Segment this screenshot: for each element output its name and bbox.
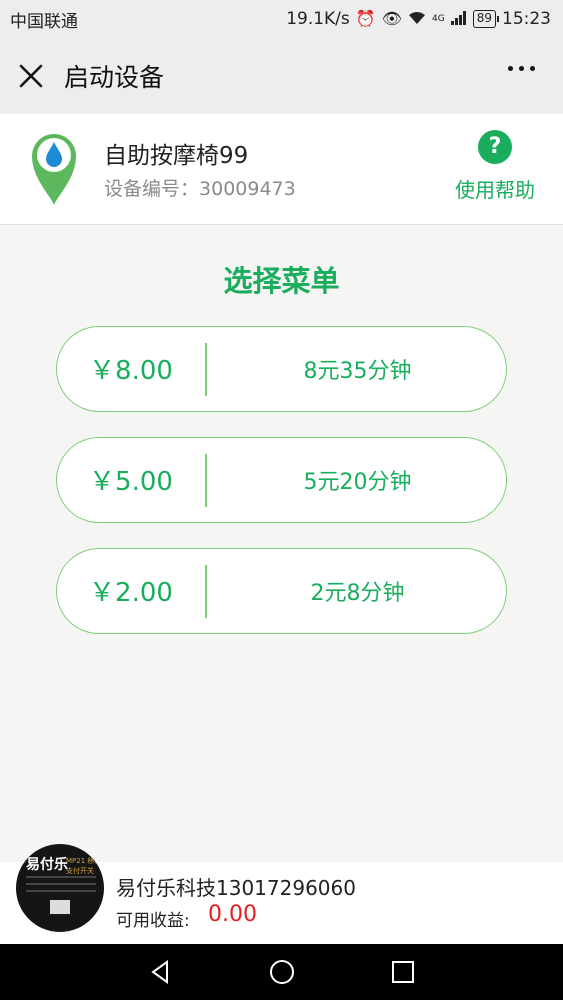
option-price: ￥5.00 [89,467,173,497]
system-nav-bar [0,944,563,1000]
avatar-text-lines [26,876,96,897]
menu-option-5[interactable]: ￥5.00 5元20分钟 [56,437,507,523]
back-icon[interactable] [147,958,175,986]
carrier-label: 中国联通 [10,11,78,32]
avatar[interactable]: 易付乐 MP21 移动支付开关 [16,844,104,932]
option-desc: 2元8分钟 [310,580,405,606]
close-icon[interactable] [16,61,46,91]
option-desc: 8元35分钟 [303,358,412,384]
status-bar: 中国联通 19.1K/s ⏰ 👁 4G 89 15:23 [0,0,563,38]
merchant-footer: 易付乐 MP21 移动支付开关 易付乐科技13017296060 可用收益: 0… [0,844,563,944]
device-id: 设备编号：30009473 [104,174,296,201]
help-label: 使用帮助 [455,178,535,202]
menu-option-2[interactable]: ￥2.00 2元8分钟 [56,548,507,634]
more-dots-icon[interactable] [508,66,535,71]
location-drop-icon [32,134,76,205]
battery-icon: 89 [472,10,500,28]
menu-option-8[interactable]: ￥8.00 8元35分钟 [56,326,507,412]
option-desc: 5元20分钟 [303,469,412,495]
clock: 15:23 [502,9,551,29]
device-image [50,900,70,914]
recents-icon[interactable] [389,958,417,986]
option-price: ￥2.00 [89,578,173,608]
balance-label: 可用收益: [116,911,190,931]
signal-icon [450,10,467,28]
eye-icon: 👁 [381,9,403,28]
page-title: 启动设备 [64,63,165,92]
device-card: 自助按摩椅99 设备编号：30009473 ? 使用帮助 [0,114,563,225]
menu-list: ￥8.00 8元35分钟 ￥5.00 5元20分钟 ￥2.00 2元8分钟 [56,326,507,659]
option-price: ￥8.00 [89,356,173,386]
wifi-icon [408,11,426,28]
network-speed: 19.1K/s [286,9,350,29]
nav-bar: 启动设备 [0,38,563,114]
device-name: 自助按摩椅99 [104,143,249,169]
home-icon[interactable] [268,958,296,986]
help-icon: ? [478,130,512,164]
alarm-icon: ⏰ [355,9,376,28]
menu-title: 选择菜单 [223,264,340,298]
merchant-name: 易付乐科技13017296060 [116,876,356,900]
avatar-title: 易付乐 [26,857,68,873]
network-type: 4G [432,14,445,24]
balance-value: 0.00 [208,902,257,927]
status-indicators: 19.1K/s ⏰ 👁 4G 89 15:23 [286,9,551,29]
device-id-value: 30009473 [199,178,296,200]
device-id-label: 设备编号： [104,178,200,200]
help-button[interactable]: ? 使用帮助 [447,130,543,216]
avatar-tag: MP21 移动支付开关 [66,857,102,875]
